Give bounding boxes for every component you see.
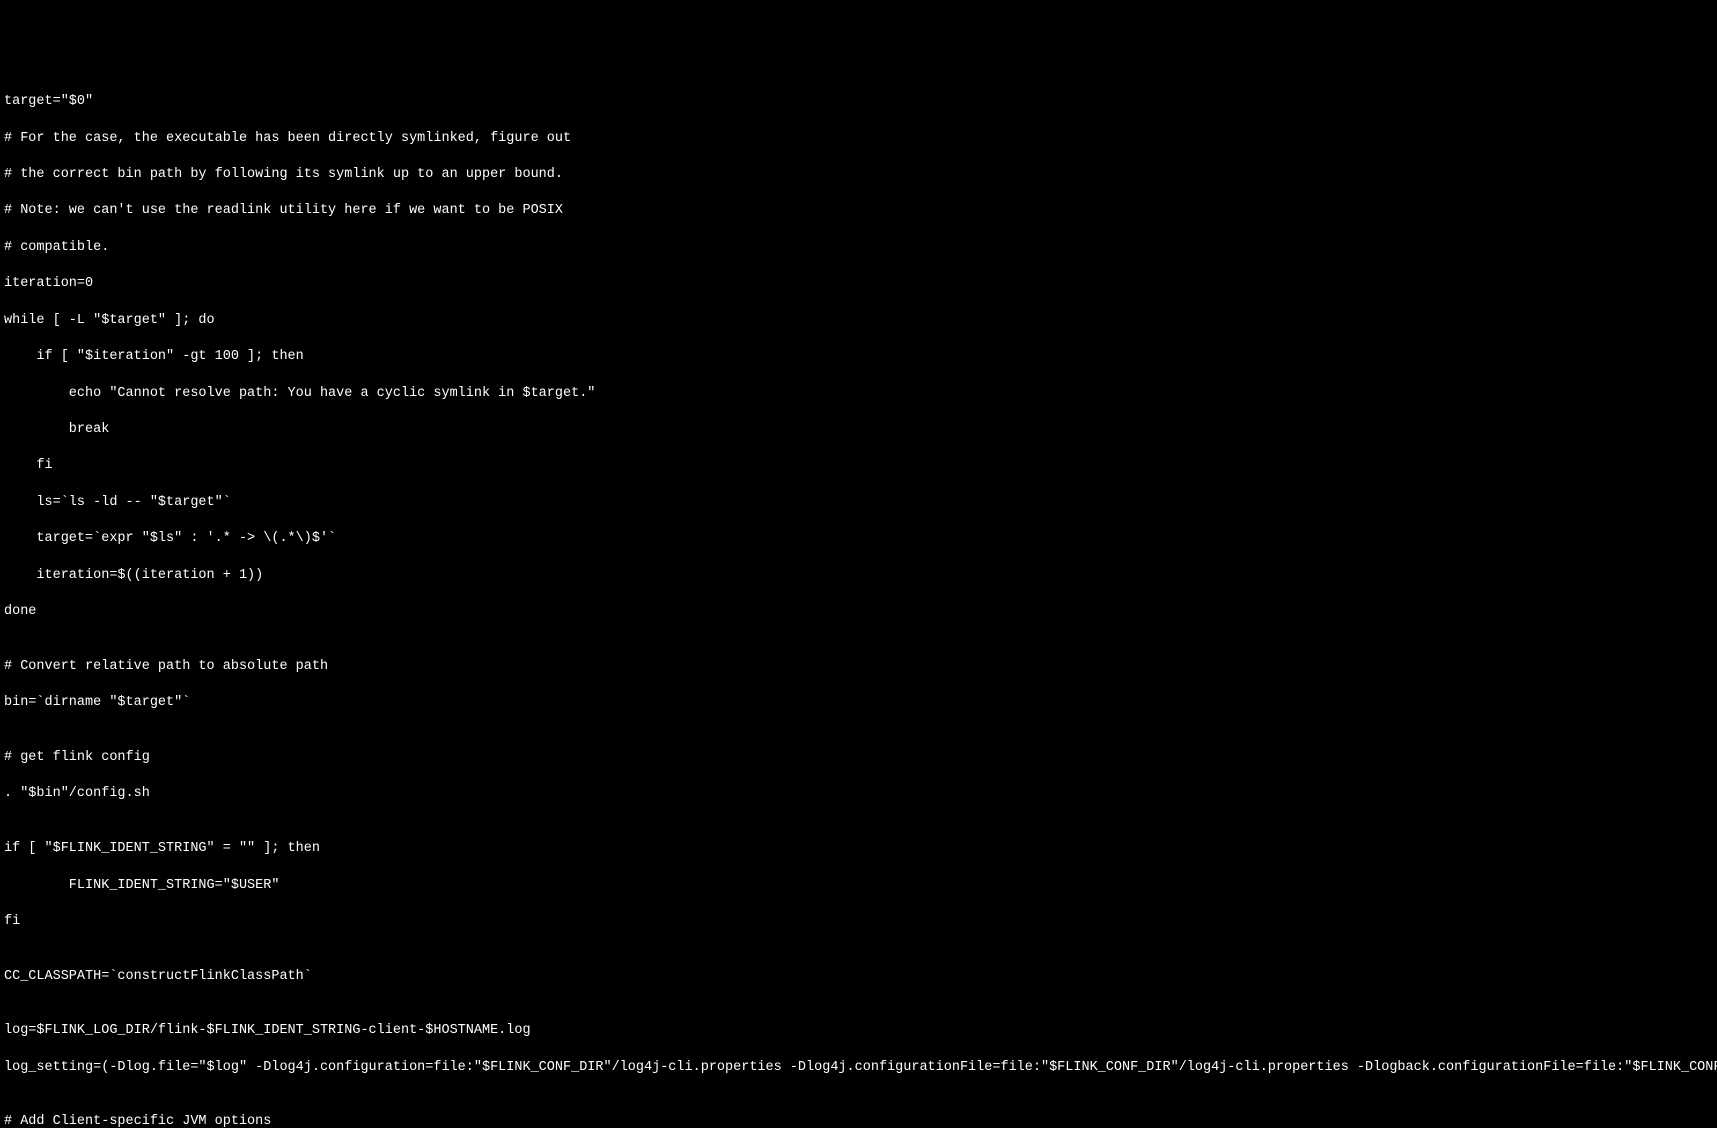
script-line: CC_CLASSPATH=`constructFlinkClassPath` (4, 968, 1713, 986)
script-line: # get flink config (4, 749, 1713, 767)
script-line: log_setting=(-Dlog.file="$log" -Dlog4j.c… (4, 1059, 1713, 1077)
script-line: fi (4, 457, 1713, 475)
terminal-output[interactable]: target="$0" # For the case, the executab… (4, 75, 1713, 1128)
script-line: FLINK_IDENT_STRING="$USER" (4, 877, 1713, 895)
script-line: while [ -L "$target" ]; do (4, 312, 1713, 330)
script-line: break (4, 421, 1713, 439)
script-line: done (4, 603, 1713, 621)
script-line: # For the case, the executable has been … (4, 130, 1713, 148)
script-line: # Note: we can't use the readlink utilit… (4, 202, 1713, 220)
script-line: iteration=$((iteration + 1)) (4, 567, 1713, 585)
script-line: fi (4, 913, 1713, 931)
script-line: . "$bin"/config.sh (4, 785, 1713, 803)
script-line: bin=`dirname "$target"` (4, 694, 1713, 712)
script-line: if [ "$FLINK_IDENT_STRING" = "" ]; then (4, 840, 1713, 858)
script-line: # the correct bin path by following its … (4, 166, 1713, 184)
script-line: target="$0" (4, 93, 1713, 111)
script-line: # Add Client-specific JVM options (4, 1113, 1713, 1128)
script-line: if [ "$iteration" -gt 100 ]; then (4, 348, 1713, 366)
script-line: log=$FLINK_LOG_DIR/flink-$FLINK_IDENT_ST… (4, 1022, 1713, 1040)
script-line: target=`expr "$ls" : '.* -> \(.*\)$'` (4, 530, 1713, 548)
script-line: iteration=0 (4, 275, 1713, 293)
script-line: echo "Cannot resolve path: You have a cy… (4, 385, 1713, 403)
script-line: # compatible. (4, 239, 1713, 257)
script-line: ls=`ls -ld -- "$target"` (4, 494, 1713, 512)
script-line: # Convert relative path to absolute path (4, 658, 1713, 676)
